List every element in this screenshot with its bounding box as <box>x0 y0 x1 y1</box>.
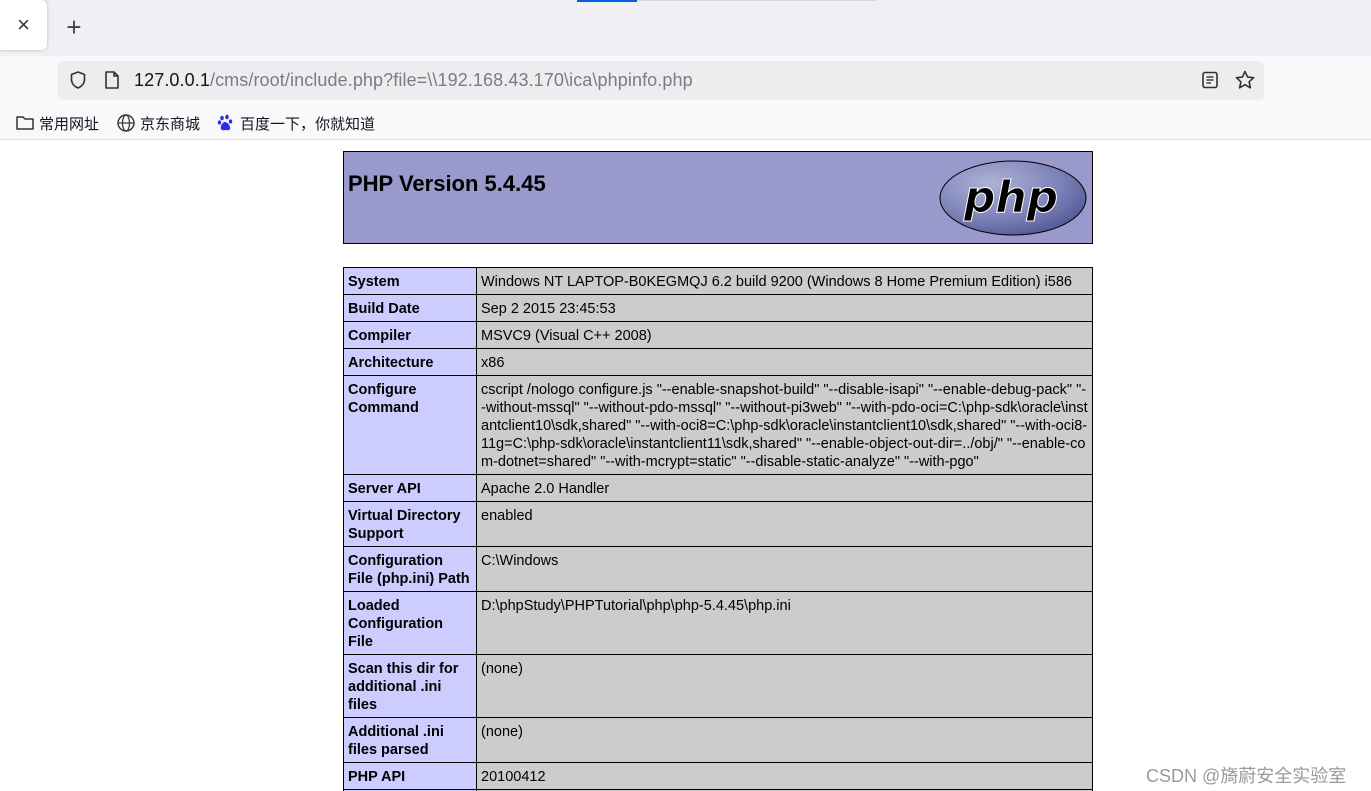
shield-icon[interactable] <box>68 70 88 90</box>
new-tab-button[interactable]: + <box>60 12 88 43</box>
table-row: Additional .ini files parsed (none) <box>343 717 1093 763</box>
reader-view-icon[interactable] <box>1200 70 1220 90</box>
row-value: cscript /nologo configure.js "--enable-s… <box>476 375 1093 475</box>
row-value: (none) <box>476 654 1093 718</box>
page-content: PHP Version 5.4.45 php System Windows NT … <box>0 141 1371 791</box>
table-row: Configure Command cscript /nologo configu… <box>343 375 1093 475</box>
globe-icon <box>117 114 135 132</box>
close-tab-button[interactable]: × <box>0 0 47 50</box>
row-value: x86 <box>476 348 1093 376</box>
bookmark-label[interactable]: 百度一下，你就知道 <box>240 113 375 134</box>
bookmark-label[interactable]: 京东商城 <box>140 113 200 134</box>
watermark: CSDN @旖蔚安全实验室 <box>1146 766 1347 786</box>
row-key: Architecture <box>343 348 477 376</box>
url-host[interactable]: 127.0.0.1 <box>134 70 210 90</box>
bookmarks-toolbar <box>0 106 1371 140</box>
close-icon[interactable]: × <box>17 12 30 38</box>
table-row: Build Date Sep 2 2015 23:45:53 <box>343 294 1093 322</box>
row-value: C:\Windows <box>476 546 1093 592</box>
row-value: Apache 2.0 Handler <box>476 474 1093 502</box>
row-value: enabled <box>476 501 1093 547</box>
bookmark-star-icon[interactable] <box>1234 69 1256 91</box>
phpinfo-header: PHP Version 5.4.45 php <box>343 151 1093 244</box>
row-key: Build Date <box>343 294 477 322</box>
table-row: Scan this dir for additional .ini files(… <box>343 654 1093 718</box>
baidu-paw-icon <box>217 114 233 131</box>
tab-divider <box>637 0 877 1</box>
page-title: PHP Version 5.4.45 <box>348 171 546 196</box>
row-value: D:\phpStudy\PHPTutorial\php\php-5.4.45\p… <box>476 591 1093 655</box>
table-row: System Windows NT LAPTOP-B0KEGMQJ 6.2 bui… <box>343 267 1093 295</box>
table-row: Virtual Directory Support enabled <box>343 501 1093 547</box>
table-row: PHP API 20100412 <box>343 762 1093 790</box>
row-key: Configuration File (php.ini) Path <box>343 546 477 592</box>
table-row: Configuration File (php.ini) Path C:\Wind… <box>343 546 1093 592</box>
row-value: MSVC9 (Visual C++ 2008) <box>476 321 1093 349</box>
table-row: Architecture x86 <box>343 348 1093 376</box>
php-logo: php <box>939 160 1087 236</box>
row-key: System <box>343 267 477 295</box>
row-key: Loaded Configuration File <box>343 591 477 655</box>
row-key: Virtual Directory Support <box>343 501 477 547</box>
tab-bar <box>0 0 1371 56</box>
table-row: Compiler MSVC9 (Visual C++ 2008) <box>343 321 1093 349</box>
row-key: PHP API <box>343 762 477 790</box>
bookmark-jd[interactable]: 京东商城 <box>116 113 200 133</box>
url-path[interactable]: /cms/root/include.php?file=\\192.168.43.… <box>210 70 693 90</box>
table-row: Server API Apache 2.0 Handler <box>343 474 1093 502</box>
plus-icon[interactable]: + <box>66 12 81 43</box>
row-value: Windows NT LAPTOP-B0KEGMQJ 6.2 build 920… <box>476 267 1093 295</box>
row-key: Additional .ini files parsed <box>343 717 477 763</box>
bookmark-folder-common[interactable]: 常用网址 <box>15 113 99 133</box>
url-text[interactable]: 127.0.0.1/cms/root/include.php?file=\\19… <box>134 70 693 91</box>
phpinfo-table: System Windows NT LAPTOP-B0KEGMQJ 6.2 bui… <box>343 267 1093 791</box>
row-value: (none) <box>476 717 1093 763</box>
active-tab-indicator <box>577 0 637 2</box>
row-key: Compiler <box>343 321 477 349</box>
table-row: Loaded Configuration File D:\phpStudy\PHP… <box>343 591 1093 655</box>
bookmark-label[interactable]: 常用网址 <box>39 113 99 134</box>
php-logo-text: php <box>963 172 1058 223</box>
folder-icon <box>16 116 34 130</box>
row-key: Configure Command <box>343 375 477 475</box>
page-icon[interactable] <box>103 70 121 90</box>
row-value: Sep 2 2015 23:45:53 <box>476 294 1093 322</box>
row-key: Server API <box>343 474 477 502</box>
row-key: Scan this dir for additional .ini files <box>343 654 477 718</box>
row-value: 20100412 <box>476 762 1093 790</box>
bookmark-baidu[interactable]: 百度一下，你就知道 <box>216 113 375 133</box>
